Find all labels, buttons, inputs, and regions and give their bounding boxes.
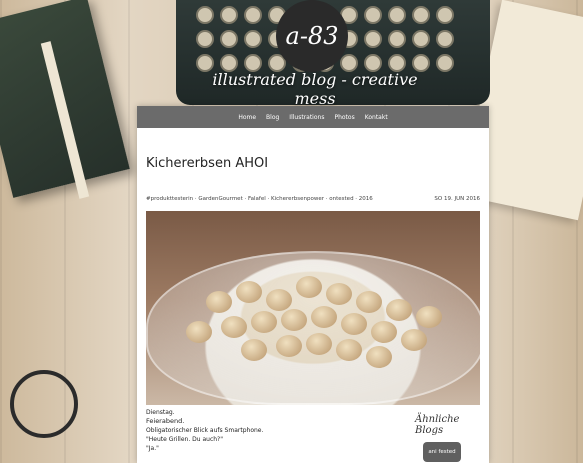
post-body: Dienstag. Feierabend. Obligatorischer Bl… <box>146 408 366 453</box>
post-photo-chickpeas <box>146 211 480 405</box>
post-body-line: Obligatorischer Blick aufs Smartphone. <box>146 427 264 434</box>
main-nav: Home Blog Illustrations Photos Kontakt <box>137 106 489 128</box>
glasses-decor <box>10 370 78 438</box>
nav-photos[interactable]: Photos <box>334 114 354 121</box>
post-body-line: Feierabend. <box>146 417 185 425</box>
sidebar-title: Ähnliche Blogs <box>415 414 460 436</box>
post-title[interactable]: Kichererbsen AHOI <box>146 156 268 171</box>
nav-home[interactable]: Home <box>238 114 256 121</box>
post-body-line: "Ja." <box>146 445 159 452</box>
site-logo[interactable]: a-83 <box>276 0 348 72</box>
content-card: Home Blog Illustrations Photos Kontakt K… <box>137 106 489 463</box>
sidebar-blog-button[interactable]: ani fested <box>423 442 461 462</box>
site-tagline: illustrated blog - creative mess <box>212 70 418 108</box>
nav-kontakt[interactable]: Kontakt <box>365 114 388 121</box>
post-tags[interactable]: #produkttesterin · GardenGourmet · Falaf… <box>146 196 373 202</box>
post-date: SO 19. JUN 2016 <box>434 196 480 202</box>
nav-illustrations[interactable]: Illustrations <box>289 114 324 121</box>
nav-blog[interactable]: Blog <box>266 114 279 121</box>
post-body-line: "Heute Grillen. Du auch?" <box>146 436 223 443</box>
post-body-line: Dienstag. <box>146 409 175 416</box>
